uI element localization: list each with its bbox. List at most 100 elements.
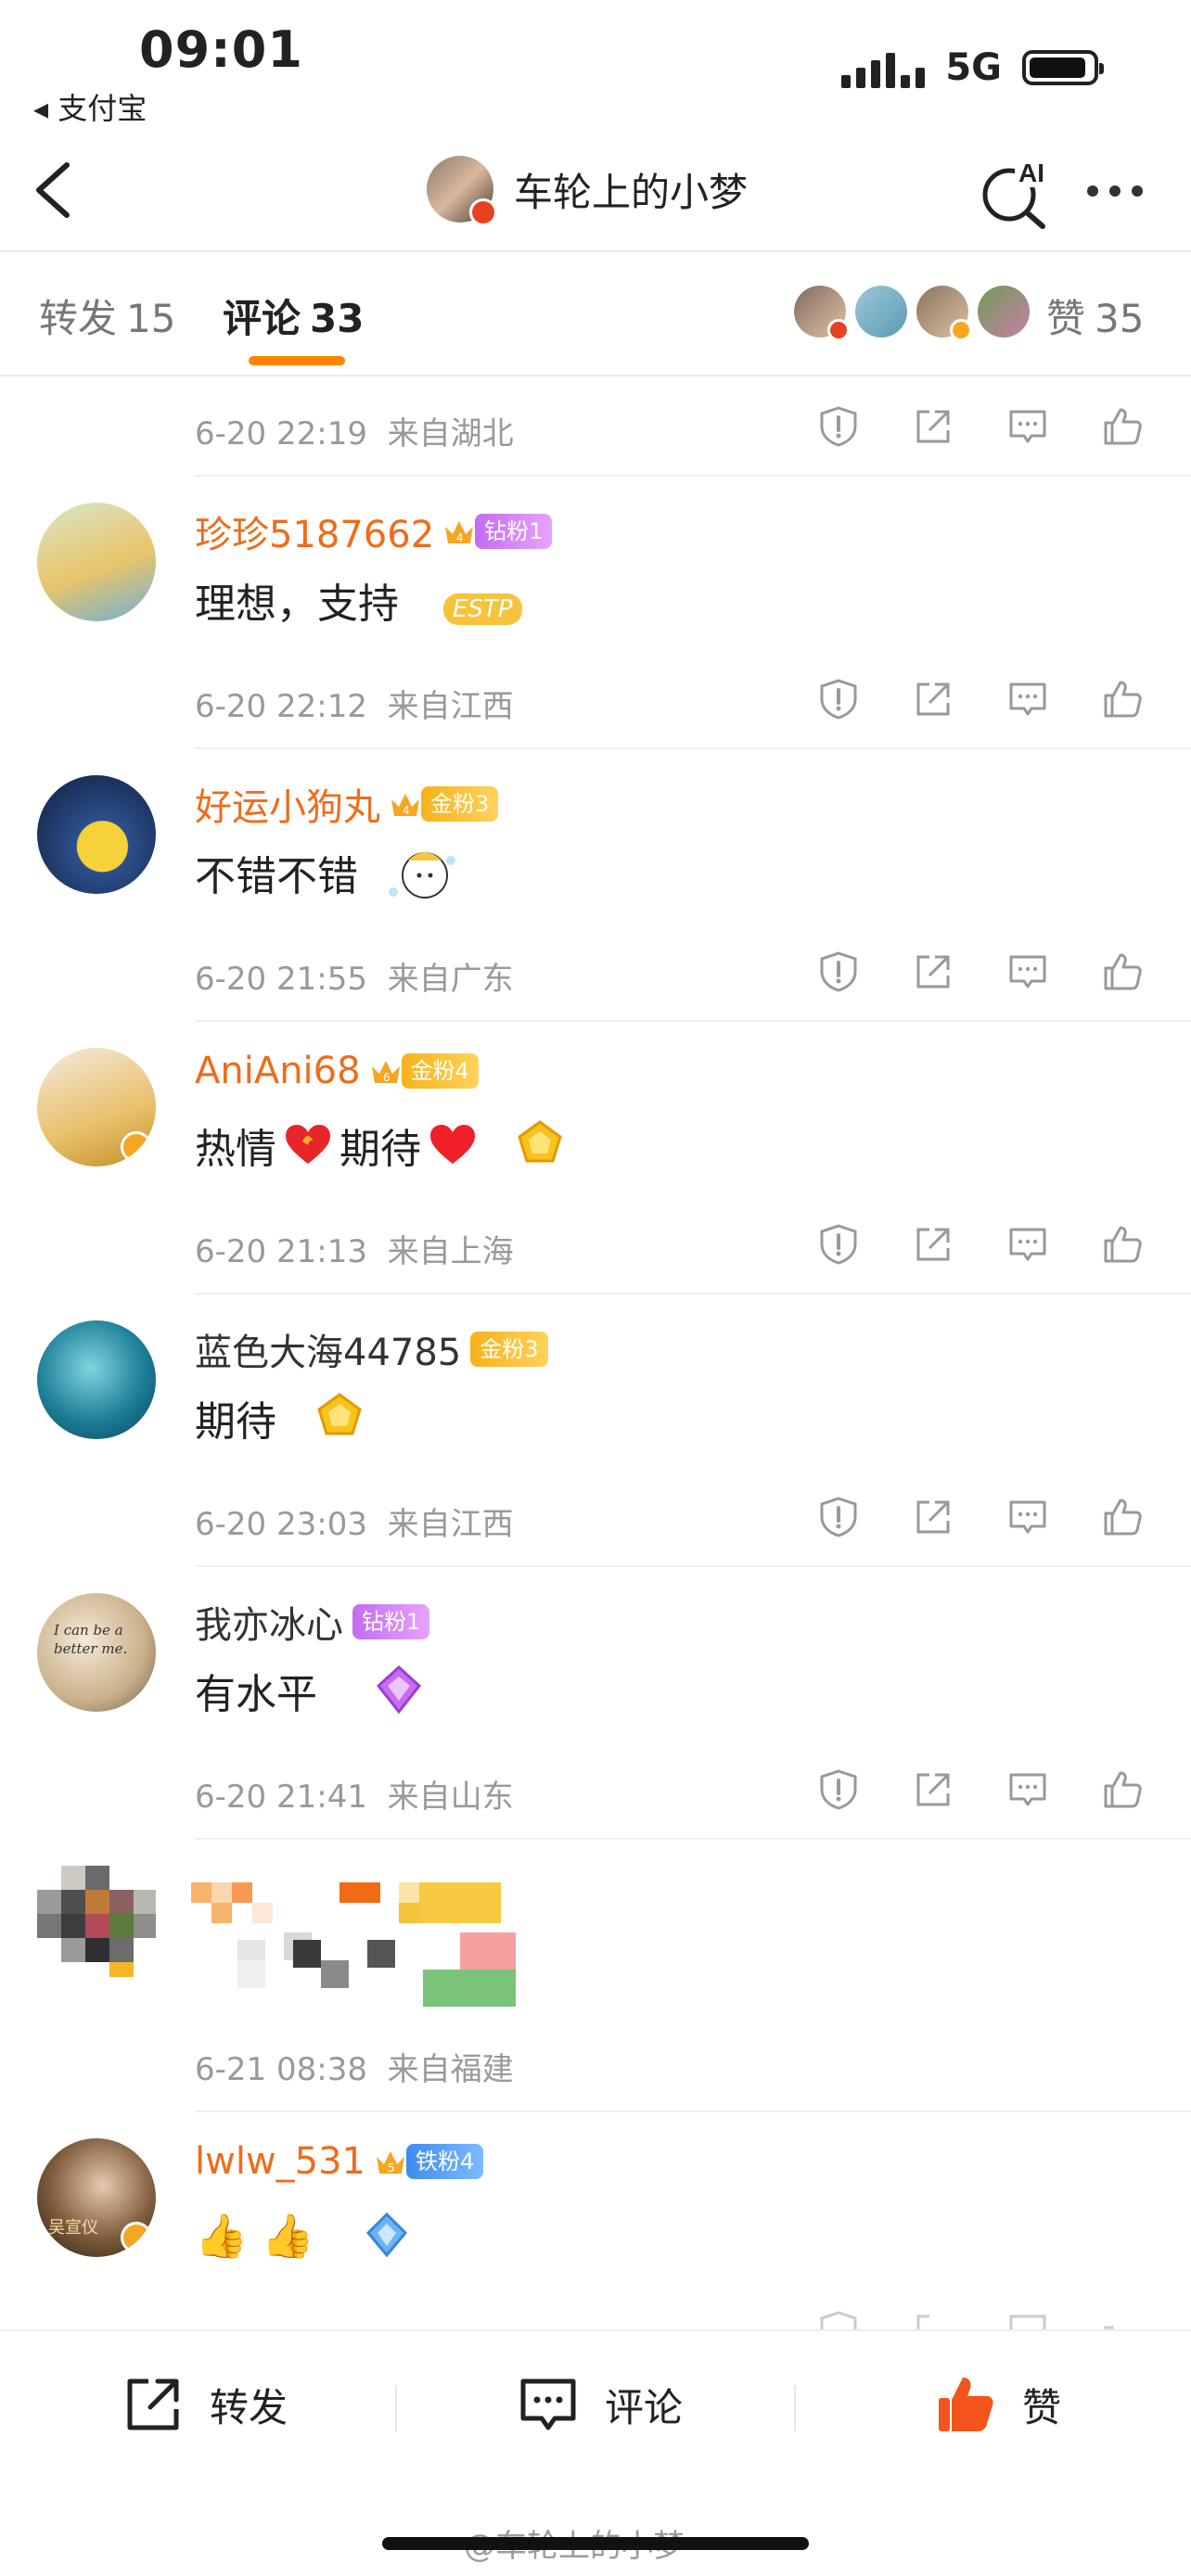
comment-meta: 6-20 21:41 来自山东 [195,1771,514,1817]
like-icon[interactable] [1100,677,1145,721]
nav-divider [0,250,1191,252]
commenter-name[interactable]: 蓝色大海44785 金粉3 [195,1322,548,1376]
share-icon[interactable] [911,1767,955,1812]
liker-avatar [855,286,907,338]
reply-icon[interactable] [1005,1495,1050,1539]
tab-repost[interactable]: 转发 15 [39,287,175,344]
fan-badge: 金粉4 [401,1053,479,1089]
comment-location: 来自广东 [387,961,514,998]
like-icon[interactable] [1100,404,1145,449]
more-options-icon[interactable] [1087,185,1143,197]
report-icon[interactable] [816,677,861,721]
reply-icon[interactable] [1005,677,1050,721]
comment-text-row: 期待 [195,1385,377,1450]
comment-time: 6-20 21:55 [195,961,367,998]
back-to-app-link[interactable]: ◂ 支付宝 [33,85,147,128]
pixelated-name [191,1882,501,1923]
burning-heart-icon [286,1125,330,1164]
bottom-separator [794,2385,796,2431]
comment-text: 期待 [195,1398,276,1446]
report-icon[interactable] [816,404,861,449]
verified-badge-icon [121,1131,152,1163]
reply-icon[interactable] [1005,1222,1050,1267]
report-icon[interactable] [816,1222,861,1267]
red-heart-icon [430,1125,475,1164]
comment-location: 来自福建 [387,2051,514,2088]
commenter-name[interactable]: 我亦冰心 钻粉1 [195,1595,430,1649]
comment-meta: 6-20 21:13 来自上海 [195,1226,514,1271]
comment-actions [816,677,1145,721]
report-icon[interactable] [816,1495,861,1539]
comment-icon [520,2378,576,2430]
liker-avatar [978,286,1030,338]
nav-title-area[interactable]: 车轮上的小梦 [427,156,748,226]
commenter-name[interactable]: 好运小狗丸 4 金粉3 [195,777,499,831]
comment-meta: 6-20 22:12 来自江西 [195,681,514,726]
comment-location: 来自山东 [387,1779,514,1816]
tab-comment[interactable]: 评论 33 [223,287,364,344]
like-icon[interactable] [1100,1495,1145,1539]
commenter-avatar[interactable] [37,1048,156,1167]
comment-location: 来自湖北 [387,415,514,453]
gold-medal-icon [317,1393,362,1435]
like-icon[interactable] [1100,1767,1145,1812]
estp-sticker: ESTP [425,567,536,632]
reply-icon[interactable] [1005,1767,1050,1812]
comment-separator [195,475,1191,477]
comment-separator [195,1565,1191,1567]
share-icon[interactable] [911,404,955,449]
home-indicator[interactable] [382,2537,809,2550]
commenter-avatar[interactable] [37,775,156,894]
ai-label: AI [1018,159,1044,187]
tabs-divider [0,375,1191,376]
comment-time: 6-20 21:41 [195,1779,367,1816]
blue-diamond-medal-icon [366,2212,408,2258]
battery-icon [1022,50,1104,85]
ai-search-icon[interactable]: AI [978,156,1052,230]
comment-text: 理想，支持 [195,580,399,628]
commenter-name-text: 珍珍5187662 [195,514,435,556]
crown-icon: 6 [371,1061,400,1084]
reply-icon[interactable] [1005,404,1050,449]
report-icon[interactable] [816,1767,861,1812]
like-icon[interactable] [1100,950,1145,994]
reply-icon[interactable] [1005,950,1050,994]
pixelated-avatar[interactable] [37,1866,156,1984]
fan-level-badge: 6 金粉4 [370,1053,479,1089]
back-arrow-icon[interactable] [26,158,82,223]
liker-avatar [794,286,850,341]
share-icon[interactable] [911,950,955,994]
comment-meta: 6-20 23:03 来自江西 [195,1498,514,1544]
commenter-avatar[interactable] [37,1320,156,1439]
comment-text-part: 期待 [339,1126,421,1173]
comment-actions [816,1767,1145,1812]
share-icon[interactable] [911,1495,955,1539]
network-type: 5G [945,46,1002,89]
sticker-icon [389,852,455,899]
commenter-name-text: lwlw_531 [195,2140,366,2183]
comment-button[interactable]: 评论 [516,2372,683,2437]
liker-avatars[interactable] [794,286,1030,341]
share-icon[interactable] [911,677,955,721]
repost-button[interactable]: 转发 [121,2372,288,2437]
svg-text:4: 4 [403,804,410,817]
comment-separator [195,1838,1191,1840]
like-button[interactable]: 赞 [933,2372,1061,2437]
commenter-name[interactable]: lwlw_531 5 铁粉4 [195,2140,484,2183]
comment-text-row: 理想，支持 ESTP [195,567,536,632]
like-icon[interactable] [1100,1222,1145,1267]
commenter-avatar[interactable]: I can be a better me. [37,1593,156,1712]
share-icon[interactable] [911,1222,955,1267]
author-avatar[interactable] [427,156,497,226]
comment-label: 评论 [605,2384,684,2430]
commenter-name[interactable]: AniAni68 6 金粉4 [195,1050,479,1092]
commenter-avatar[interactable]: 吴宣仪 [37,2138,156,2257]
commenter-name[interactable]: 珍珍5187662 4 钻粉1 [195,504,553,558]
commenter-avatar[interactable] [37,503,156,621]
tab-likes[interactable]: 赞 35 [1046,287,1144,344]
report-icon[interactable] [816,950,861,994]
comment-location: 来自上海 [387,1233,514,1270]
comment-actions [816,1222,1145,1267]
comment-time: 6-21 08:38 [195,2051,367,2088]
tab-likes-label: 赞 [1046,296,1086,341]
